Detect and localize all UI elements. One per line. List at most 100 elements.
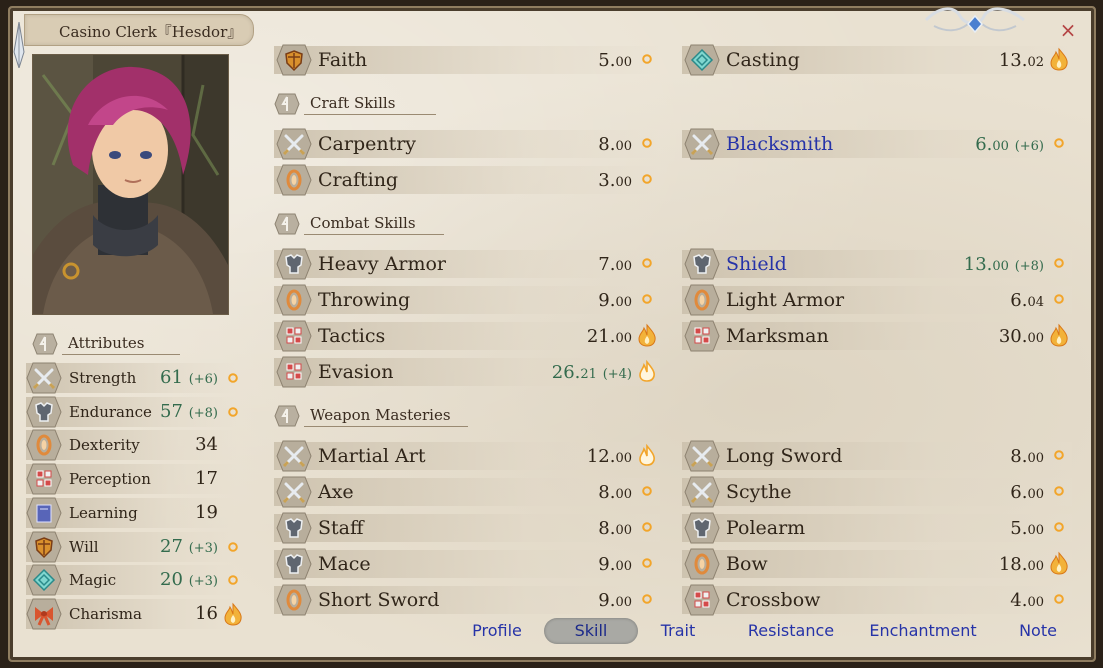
bow-ribbon-icon bbox=[26, 598, 62, 630]
skill-value: 12.00 bbox=[586, 446, 632, 467]
attribute-value: 61 (+6) bbox=[160, 367, 218, 388]
skill-name: Crossbow bbox=[726, 589, 821, 611]
skill-name: Martial Art bbox=[318, 445, 426, 467]
tab-resistance[interactable]: Resistance bbox=[738, 618, 844, 644]
attribute-row-magic[interactable]: Magic 20 (+3) bbox=[26, 564, 246, 596]
attribute-row-learning[interactable]: Learning 19 bbox=[26, 497, 246, 529]
potential-small-icon bbox=[642, 174, 652, 184]
potential-small-icon bbox=[642, 294, 652, 304]
section-title: Weapon Masteries bbox=[310, 406, 451, 424]
armor-icon bbox=[684, 248, 720, 280]
skill-name: Evasion bbox=[318, 361, 394, 383]
skill-row-mace[interactable]: Mace 9.00 bbox=[274, 548, 660, 580]
skill-value: 7.00 bbox=[598, 254, 632, 275]
potential-small-icon bbox=[228, 541, 238, 552]
skill-row-throwing[interactable]: Throwing 9.00 bbox=[274, 284, 660, 316]
skill-bonus: (+8) bbox=[1014, 259, 1044, 274]
skill-value: 9.00 bbox=[598, 590, 632, 611]
skill-name: Throwing bbox=[318, 289, 411, 311]
attribute-row-strength[interactable]: Strength 61 (+6) bbox=[26, 362, 246, 394]
shield-icon bbox=[26, 531, 62, 562]
potential-small-icon bbox=[1054, 294, 1064, 304]
potential-flame-icon bbox=[638, 323, 656, 347]
attribute-bonus: (+3) bbox=[188, 540, 218, 556]
attribute-row-endurance[interactable]: Endurance 57 (+8) bbox=[26, 396, 246, 428]
skill-row-blacksmith[interactable]: Blacksmith 6.00 (+6) bbox=[682, 128, 1072, 160]
rune-icon bbox=[26, 564, 62, 596]
skill-name: Light Armor bbox=[726, 289, 845, 311]
skill-row-bow[interactable]: Bow 18.00 bbox=[682, 548, 1072, 580]
skill-value: 21.00 bbox=[586, 326, 632, 347]
skill-row-marksman[interactable]: Marksman 30.00 bbox=[682, 320, 1072, 352]
skill-row-casting[interactable]: Casting 13.02 bbox=[682, 44, 1072, 76]
attribute-row-will[interactable]: Will 27 (+3) bbox=[26, 531, 246, 562]
close-button[interactable]: × bbox=[1056, 18, 1080, 42]
skill-row-evasion[interactable]: Evasion 26.21 (+4) bbox=[274, 356, 660, 388]
skill-row-short-sword[interactable]: Short Sword 9.00 bbox=[274, 584, 660, 616]
skill-row-heavy-armor[interactable]: Heavy Armor 7.00 bbox=[274, 248, 660, 280]
attributes-header: Attributes bbox=[68, 334, 145, 352]
character-sheet-window: Casino Clerk『Hesdor』 × Attributes Streng… bbox=[0, 0, 1103, 668]
skill-row-faith[interactable]: Faith 5.00 bbox=[274, 44, 660, 76]
tab-skill[interactable]: Skill bbox=[544, 618, 638, 644]
skill-name: Short Sword bbox=[318, 589, 440, 611]
skill-name: Staff bbox=[318, 517, 364, 539]
skill-row-tactics[interactable]: Tactics 21.00 bbox=[274, 320, 660, 352]
tab-profile[interactable]: Profile bbox=[460, 618, 534, 644]
ring-icon bbox=[276, 284, 312, 316]
skill-row-long-sword[interactable]: Long Sword 8.00 bbox=[682, 440, 1072, 472]
potential-small-icon bbox=[642, 558, 652, 568]
attribute-row-charisma[interactable]: Charisma 16 bbox=[26, 598, 246, 630]
skill-row-light-armor[interactable]: Light Armor 6.04 bbox=[682, 284, 1072, 316]
potential-small-icon bbox=[1054, 486, 1064, 496]
character-title-tab: Casino Clerk『Hesdor』 bbox=[24, 14, 254, 46]
skill-row-shield[interactable]: Shield 13.00 (+8) bbox=[682, 248, 1072, 280]
skill-row-martial-art[interactable]: Martial Art 12.00 bbox=[274, 440, 660, 472]
skill-row-polearm[interactable]: Polearm 5.00 bbox=[682, 512, 1072, 544]
potential-small-icon bbox=[1054, 522, 1064, 532]
tab-note[interactable]: Note bbox=[1006, 618, 1070, 644]
attribute-row-dexterity[interactable]: Dexterity 34 bbox=[26, 429, 246, 461]
attribute-value: 16 bbox=[195, 602, 218, 624]
skill-value: 13.00 (+8) bbox=[963, 254, 1044, 275]
skill-name: Carpentry bbox=[318, 133, 417, 155]
skill-value: 4.00 bbox=[1010, 590, 1044, 611]
skill-value: 6.04 bbox=[1010, 290, 1044, 311]
attribute-name: Endurance bbox=[69, 402, 152, 421]
potential-small-icon bbox=[1054, 258, 1064, 268]
skill-row-staff[interactable]: Staff 8.00 bbox=[274, 512, 660, 544]
attribute-name: Strength bbox=[69, 369, 137, 387]
skill-row-scythe[interactable]: Scythe 6.00 bbox=[682, 476, 1072, 508]
skill-name: Tactics bbox=[318, 325, 386, 347]
section-marker-icon bbox=[274, 405, 300, 427]
skill-row-carpentry[interactable]: Carpentry 8.00 bbox=[274, 128, 660, 160]
skill-value: 8.00 bbox=[598, 518, 632, 539]
skill-row-axe[interactable]: Axe 8.00 bbox=[274, 476, 660, 508]
skill-name: Long Sword bbox=[726, 445, 843, 467]
tab-trait[interactable]: Trait bbox=[650, 618, 706, 644]
sword-icon bbox=[684, 476, 720, 508]
skill-value: 30.00 bbox=[998, 326, 1044, 347]
attribute-row-perception[interactable]: Perception 17 bbox=[26, 463, 246, 495]
potential-flame-outline-icon bbox=[639, 359, 655, 382]
attribute-value: 57 (+8) bbox=[160, 400, 218, 422]
section-title: Combat Skills bbox=[310, 214, 416, 232]
skill-name: Faith bbox=[318, 49, 368, 71]
ring-icon bbox=[276, 584, 312, 616]
dots-icon bbox=[684, 584, 720, 616]
potential-flame-icon bbox=[1050, 323, 1068, 347]
attribute-name: Will bbox=[69, 537, 99, 556]
character-title: Casino Clerk『Hesdor』 bbox=[59, 23, 243, 41]
attribute-value: 34 bbox=[195, 434, 218, 456]
skill-row-crossbow[interactable]: Crossbow 4.00 bbox=[682, 584, 1072, 616]
attributes-section-header: Attributes bbox=[32, 332, 182, 356]
section-divider bbox=[304, 426, 468, 427]
skill-name: Axe bbox=[318, 481, 354, 503]
potential-small-icon bbox=[642, 258, 652, 268]
ring-icon bbox=[684, 284, 720, 316]
skill-name: Casting bbox=[726, 49, 800, 71]
skill-name: Shield bbox=[726, 253, 787, 275]
tab-enchantment[interactable]: Enchantment bbox=[856, 618, 990, 644]
sword-icon bbox=[26, 362, 62, 394]
skill-row-crafting[interactable]: Crafting 3.00 bbox=[274, 164, 660, 196]
